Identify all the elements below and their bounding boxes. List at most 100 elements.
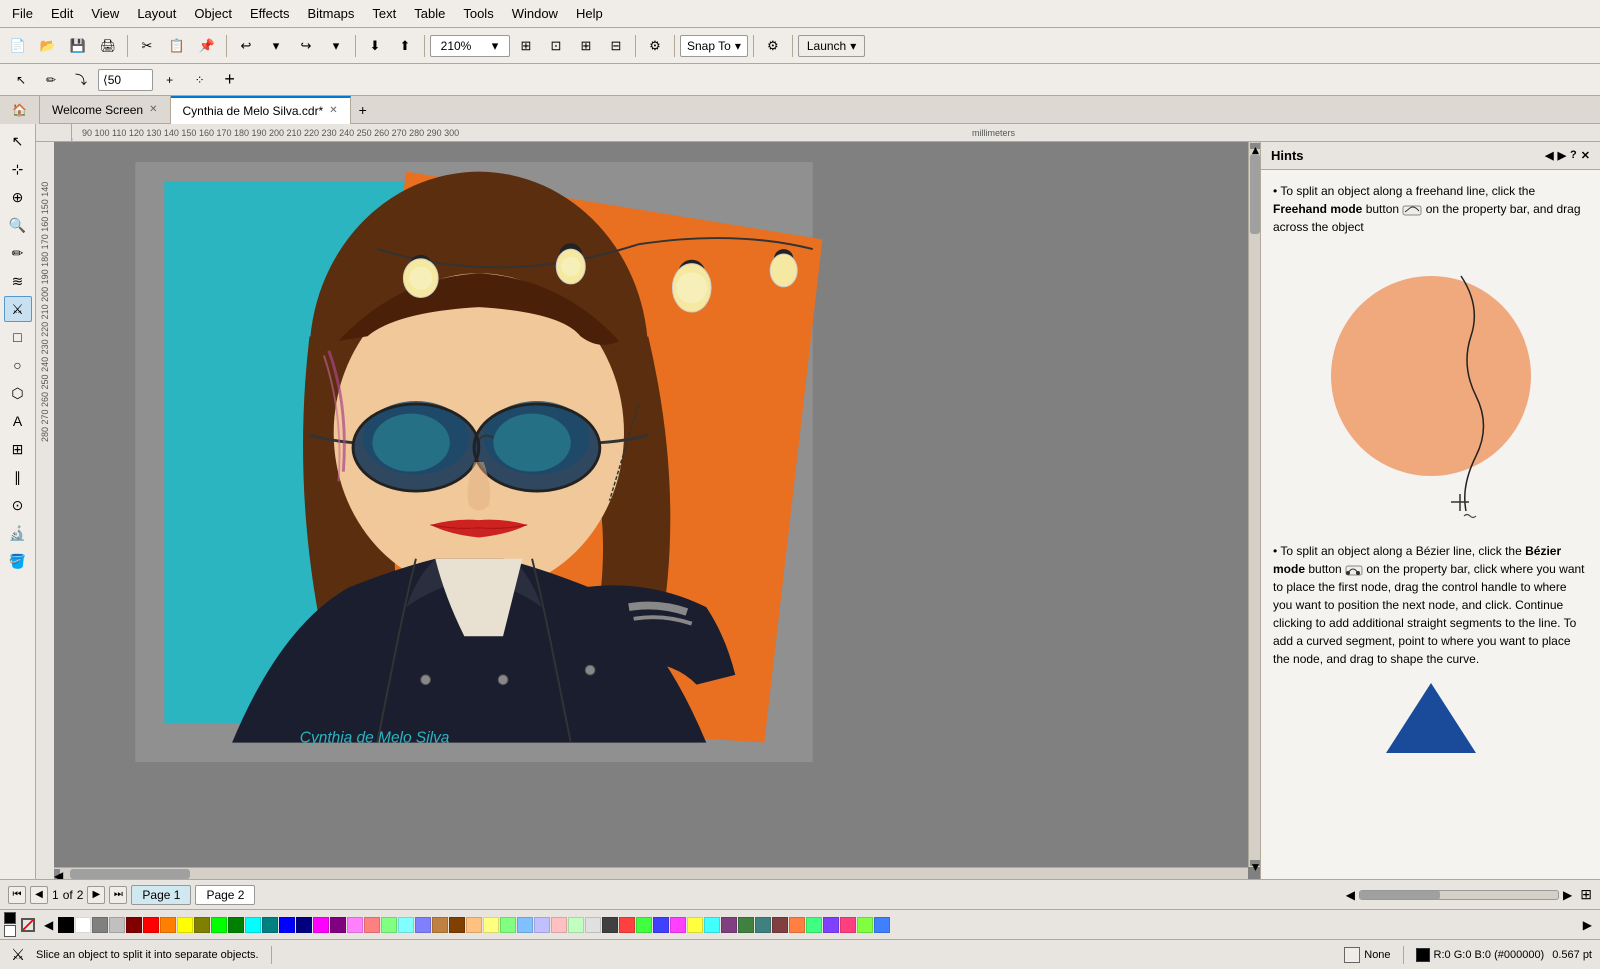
side-tab-plus[interactable]: + [1260, 318, 1261, 342]
menu-tools[interactable]: Tools [455, 3, 501, 24]
color-swatch-ff80ff[interactable] [347, 917, 363, 933]
selection-tool[interactable]: ↖ [4, 128, 32, 154]
plus-btn[interactable]: + [217, 68, 243, 92]
side-tab-properties[interactable]: Properties [1260, 188, 1261, 256]
palette-scroll-right[interactable]: ▶ [1579, 918, 1596, 932]
options-button[interactable]: ⚙ [641, 33, 669, 59]
color-swatch-80ffff[interactable] [398, 917, 414, 933]
fill-tool[interactable]: 🪣 [4, 548, 32, 574]
fill-swatch[interactable] [1344, 947, 1360, 963]
smart-draw-tool[interactable]: ≋ [4, 268, 32, 294]
polygon-tool[interactable]: ⬡ [4, 380, 32, 406]
tab-add-button[interactable]: + [351, 102, 375, 118]
no-color-btn[interactable] [21, 918, 35, 932]
color-swatch-4040ff[interactable] [653, 917, 669, 933]
tab-welcome-screen[interactable]: Welcome Screen ✕ [40, 96, 171, 124]
color-swatch-40ffff[interactable] [704, 917, 720, 933]
bezier-btn[interactable]: ⤵ [68, 68, 94, 92]
color-swatch-808080[interactable] [92, 917, 108, 933]
hints-back-btn[interactable]: ◀ [1545, 149, 1553, 162]
page-scroll-left[interactable]: ◀ [1346, 888, 1355, 902]
zoom-dropdown[interactable]: ▾ [481, 33, 509, 59]
zoom-page-btn[interactable]: ⊡ [542, 33, 570, 59]
color-swatch-80c0ff[interactable] [517, 917, 533, 933]
page-scroll-thumb[interactable] [1360, 891, 1440, 899]
color-swatch-ffc080[interactable] [466, 917, 482, 933]
fill-color-box[interactable] [4, 925, 16, 937]
menu-effects[interactable]: Effects [242, 3, 298, 24]
redo-button[interactable]: ↪ [292, 33, 320, 59]
page-last-btn[interactable]: ⏭ [109, 886, 127, 904]
settings-button[interactable]: ⚙ [759, 33, 787, 59]
zoom-grid-btn[interactable]: ⊞ [572, 33, 600, 59]
vertical-scrollbar[interactable]: ▲ ▼ [1248, 142, 1260, 867]
color-swatch-800080[interactable] [330, 917, 346, 933]
color-swatch-c0c0c0[interactable] [109, 917, 125, 933]
color-swatch-c0c0ff[interactable] [534, 917, 550, 933]
knife-tool[interactable]: ⚔ [4, 296, 32, 322]
color-swatch-e0e0e0[interactable] [585, 917, 601, 933]
color-swatch-000080[interactable] [296, 917, 312, 933]
color-swatch-ffff80[interactable] [483, 917, 499, 933]
redo-dropdown[interactable]: ▾ [322, 33, 350, 59]
size-input[interactable]: 50 [108, 73, 148, 87]
pick-tool[interactable]: ↖ [8, 68, 34, 92]
cut-button[interactable]: ✂ [133, 33, 161, 59]
node-edit-tool[interactable]: ⊹ [4, 156, 32, 182]
zoom-tool[interactable]: 🔍 [4, 212, 32, 238]
palette-scroll-left[interactable]: ◀ [40, 918, 57, 932]
color-swatch-ff8080[interactable] [364, 917, 380, 933]
color-swatch-40ff40[interactable] [636, 917, 652, 933]
add-point-btn[interactable]: + [157, 68, 183, 92]
horizontal-scrollbar[interactable]: ◀ [54, 867, 1248, 879]
color-swatch-408040[interactable] [738, 917, 754, 933]
freehand-btn[interactable]: ✏ [38, 68, 64, 92]
hints-fwd-btn[interactable]: ▶ [1558, 149, 1566, 162]
launch-box[interactable]: Launch ▾ [798, 35, 865, 57]
color-swatch-0000ff[interactable] [279, 917, 295, 933]
canvas-area[interactable]: Cynthia de Melo Silva ▲ ▼ ◀ [54, 142, 1260, 879]
tab-home[interactable]: 🏠 [0, 96, 40, 124]
color-swatch-408080[interactable] [755, 917, 771, 933]
color-swatch-4080ff[interactable] [874, 917, 890, 933]
color-swatch-808000[interactable] [194, 917, 210, 933]
zoom-input[interactable]: 210% [431, 39, 481, 53]
import-button[interactable]: ⬇ [361, 33, 389, 59]
v-scroll-thumb[interactable] [1250, 154, 1260, 234]
menu-window[interactable]: Window [504, 3, 566, 24]
copy-button[interactable]: 📋 [163, 33, 191, 59]
color-swatch-00ff00[interactable] [211, 917, 227, 933]
undo-dropdown[interactable]: ▾ [262, 33, 290, 59]
paste-button[interactable]: 📌 [193, 33, 221, 59]
page-next-btn[interactable]: ▶ [87, 886, 105, 904]
save-button[interactable]: 💾 [64, 33, 92, 59]
menu-bitmaps[interactable]: Bitmaps [299, 3, 362, 24]
hints-question-btn[interactable]: ? [1570, 149, 1577, 162]
color-swatch-c08040[interactable] [432, 917, 448, 933]
color-swatch-ff00ff[interactable] [313, 917, 329, 933]
hints-close-btn[interactable]: ✕ [1581, 149, 1590, 162]
menu-text[interactable]: Text [364, 3, 404, 24]
page-1-tab[interactable]: Page 1 [131, 885, 191, 905]
color-swatch-ffc0c0[interactable] [551, 917, 567, 933]
color-swatch-ff0000[interactable] [143, 917, 159, 933]
menu-layout[interactable]: Layout [129, 3, 184, 24]
h-scroll-thumb[interactable] [70, 869, 190, 879]
page-scroll-right[interactable]: ▶ [1563, 888, 1572, 902]
menu-edit[interactable]: Edit [43, 3, 81, 24]
text-tool[interactable]: A [4, 408, 32, 434]
color-swatch-ff40ff[interactable] [670, 917, 686, 933]
color-swatch-00ffff[interactable] [245, 917, 261, 933]
tab-welcome-close[interactable]: ✕ [149, 104, 157, 115]
color-swatch-8040ff[interactable] [823, 917, 839, 933]
color-swatch-804080[interactable] [721, 917, 737, 933]
eyedropper-tool[interactable]: 🔬 [4, 520, 32, 546]
rect-tool[interactable]: □ [4, 324, 32, 350]
color-swatch-ffffff[interactable] [75, 917, 91, 933]
new-button[interactable]: 📄 [4, 33, 32, 59]
zoom-fit-icon[interactable]: ⊞ [1580, 886, 1592, 903]
color-swatch-ff8000[interactable] [160, 917, 176, 933]
page-2-tab[interactable]: Page 2 [195, 885, 255, 905]
color-swatch-008000[interactable] [228, 917, 244, 933]
menu-table[interactable]: Table [406, 3, 453, 24]
